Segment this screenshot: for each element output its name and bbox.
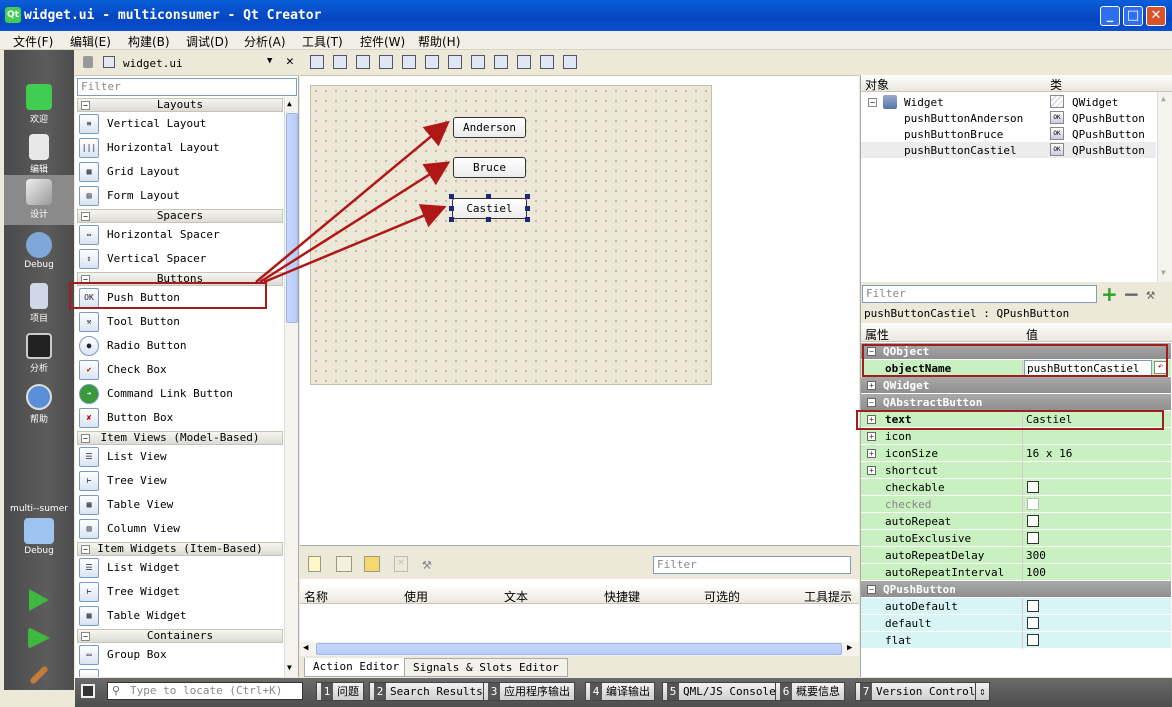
arrow-to-bruce — [259, 161, 451, 284]
arrow-to-anderson — [255, 120, 450, 283]
arrow-to-castiel — [263, 204, 447, 284]
annotation-arrows — [255, 120, 451, 284]
